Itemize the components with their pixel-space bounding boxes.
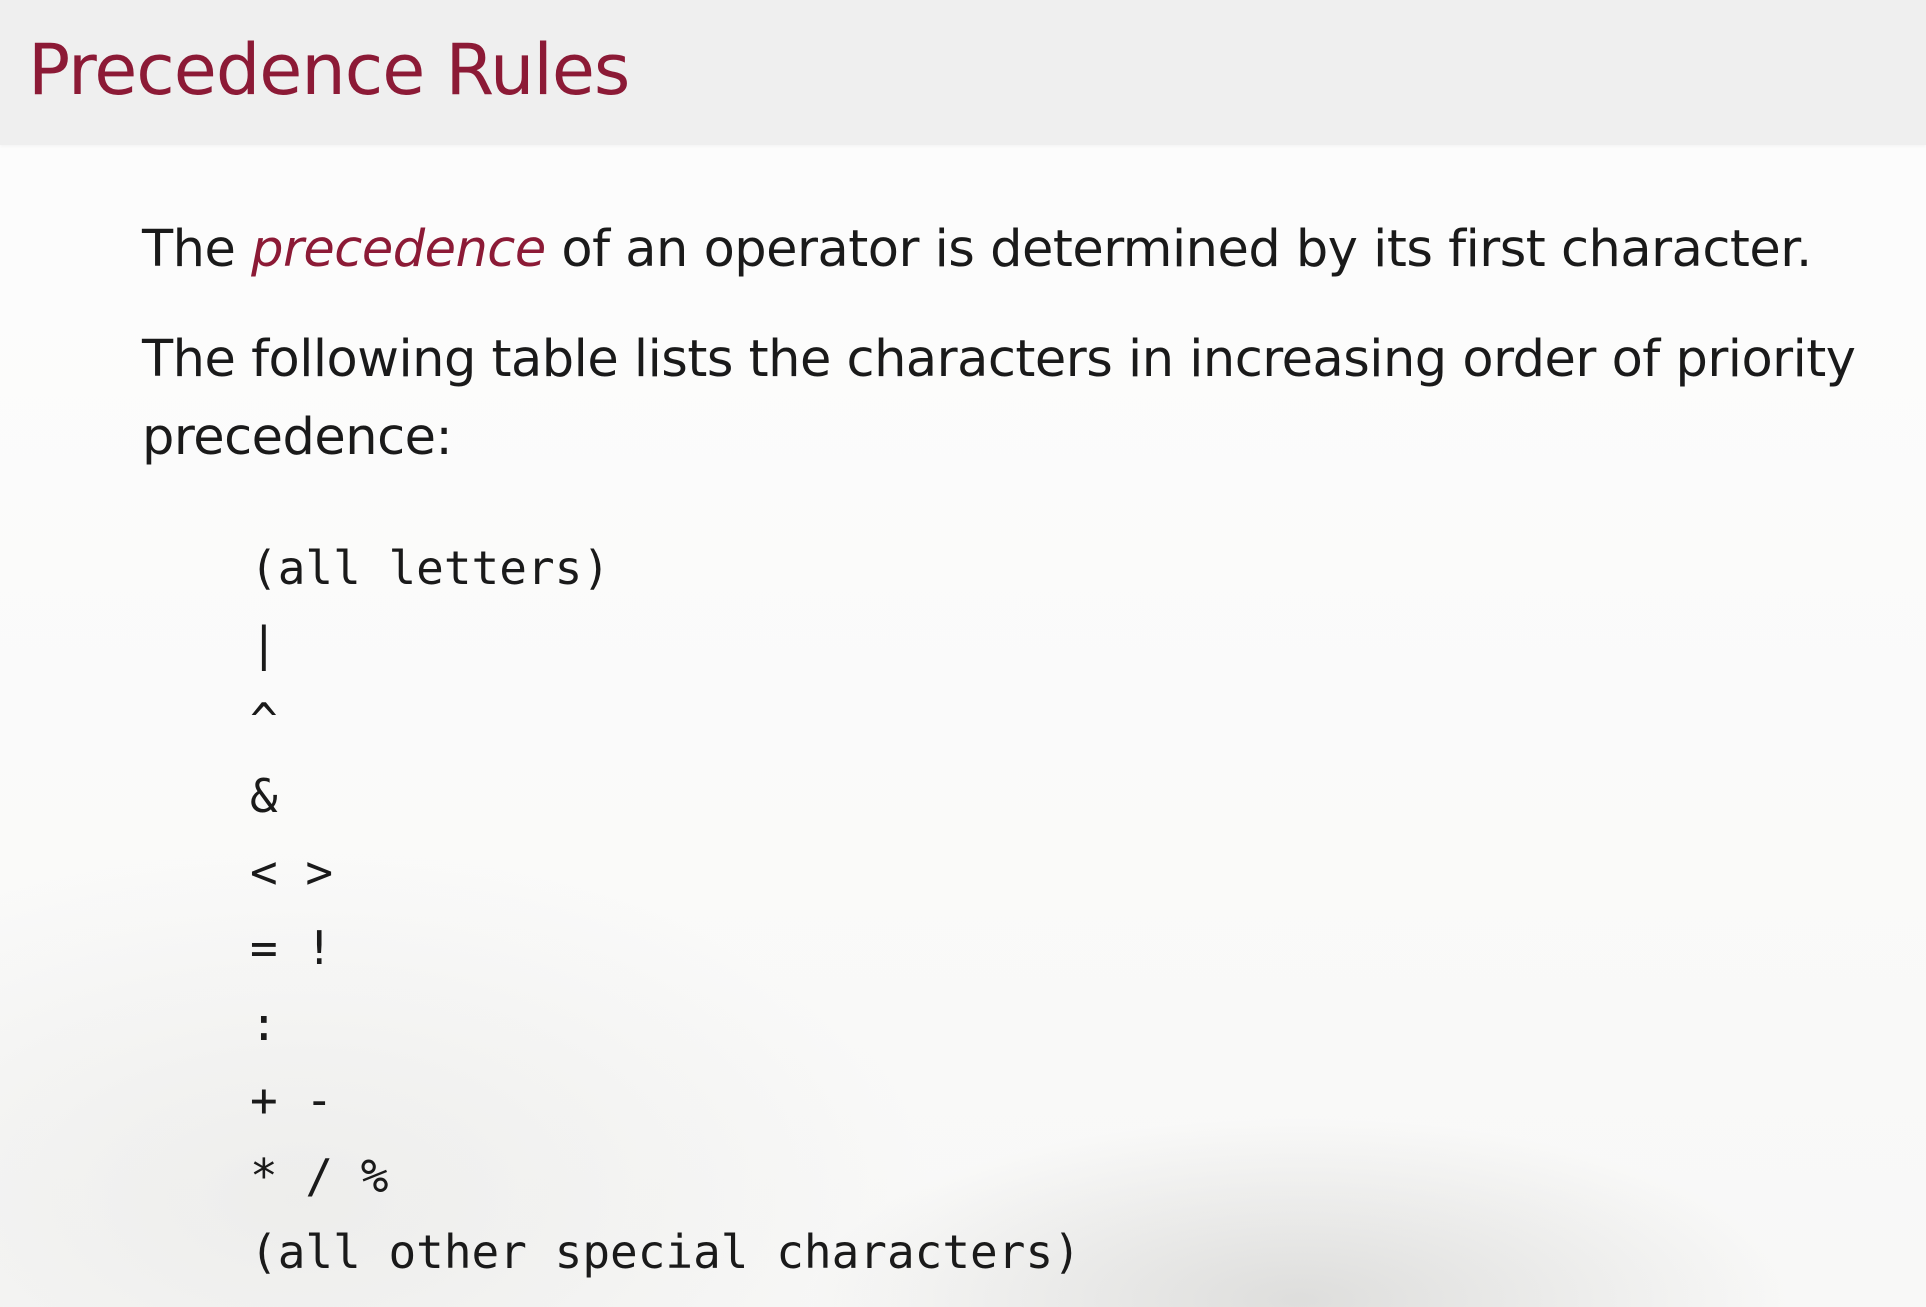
precedence-row-multiplicative: * / % <box>250 1149 389 1203</box>
precedence-row-colon: : <box>250 997 278 1051</box>
table-description-line-1: The following table lists the characters… <box>142 330 1856 389</box>
intro-text-end: of an operator is determined by its firs… <box>545 220 1812 279</box>
precedence-row-pipe: | <box>250 617 278 671</box>
precedence-row-special: (all other special characters) <box>250 1225 1081 1279</box>
precedence-intro-paragraph: The precedence of an operator is determi… <box>142 212 1812 288</box>
precedence-row-equality: = ! <box>250 921 334 975</box>
title-bar: Precedence Rules <box>0 0 1926 145</box>
precedence-row-ampersand: & <box>250 769 278 823</box>
precedence-row-caret: ^ <box>250 693 278 747</box>
precedence-row-comparison: < > <box>250 845 334 899</box>
precedence-table: (all letters) | ^ & < > = ! : + - * / % … <box>250 530 1081 1290</box>
precedence-row-letters: (all letters) <box>250 541 611 595</box>
precedence-row-additive: + - <box>250 1073 334 1127</box>
intro-text-start: The <box>142 220 252 279</box>
table-description-line-2: precedence: <box>142 408 453 467</box>
precedence-emphasis: precedence <box>251 220 546 279</box>
slide-title: Precedence Rules <box>28 29 630 111</box>
